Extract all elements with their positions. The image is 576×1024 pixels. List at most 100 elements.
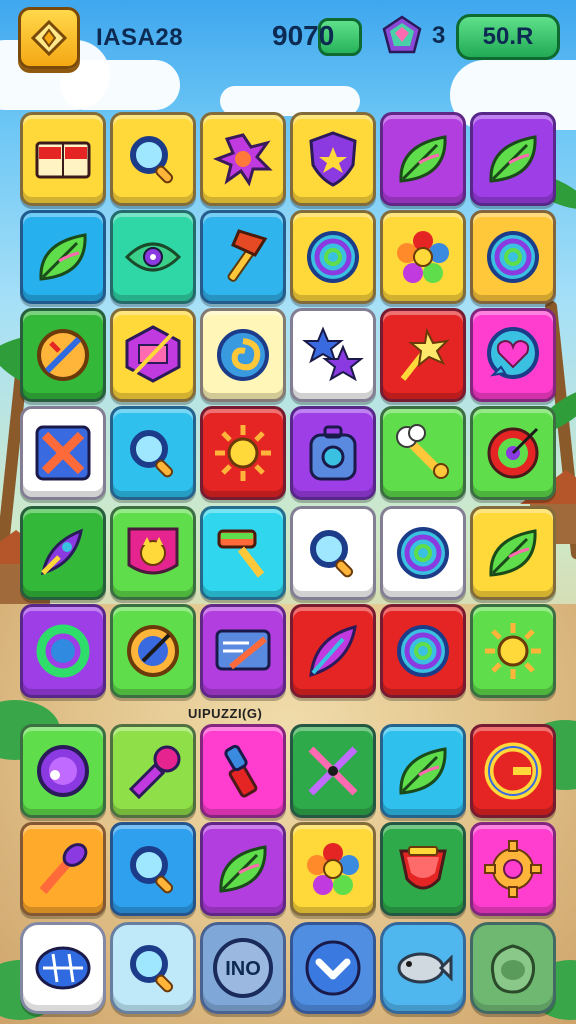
- grid-tile[interactable]: [380, 406, 466, 500]
- bottom-chevron-button[interactable]: [290, 922, 376, 1014]
- gem-count: 3: [432, 22, 446, 49]
- leaf-icon: [39, 233, 87, 281]
- trumpet-icon: [128, 745, 181, 800]
- grid-tile[interactable]: [470, 724, 556, 818]
- grid-tile[interactable]: [290, 308, 376, 402]
- grid-tile[interactable]: [110, 724, 196, 818]
- grid-tile[interactable]: [470, 112, 556, 206]
- grid-tile[interactable]: [200, 506, 286, 600]
- brush-icon: [217, 529, 265, 578]
- section-label: UIPUZZI(G): [188, 706, 263, 721]
- grid-tile[interactable]: [470, 406, 556, 500]
- spiral-icon: [397, 625, 449, 677]
- gear-icon: [484, 840, 542, 898]
- flower-icon: [397, 231, 449, 283]
- grid-tile[interactable]: [200, 822, 286, 916]
- grid-tile[interactable]: [290, 604, 376, 698]
- grid-tile[interactable]: [380, 724, 466, 818]
- coin-counter[interactable]: 50.R: [456, 14, 560, 60]
- compass-icon: [127, 625, 179, 677]
- spiral-icon: [487, 231, 539, 283]
- grid-tile[interactable]: [200, 112, 286, 206]
- rocket-icon: [41, 528, 83, 576]
- grid-tile[interactable]: [20, 724, 106, 818]
- menu-button[interactable]: [18, 7, 80, 69]
- magnifier-icon: [130, 430, 174, 478]
- grid-tile[interactable]: [290, 724, 376, 818]
- bottom-fish-button[interactable]: [380, 922, 466, 1014]
- magnifier-icon: [130, 945, 174, 993]
- grid-tile[interactable]: [380, 506, 466, 600]
- grid-tile[interactable]: [110, 822, 196, 916]
- grid-tile[interactable]: [380, 210, 466, 304]
- bottom-magnifier-button[interactable]: [110, 922, 196, 1014]
- magnifier-icon: [310, 530, 354, 578]
- grid-tile[interactable]: [20, 506, 106, 600]
- bone-icon: [396, 424, 449, 479]
- grid-tile[interactable]: [110, 112, 196, 206]
- leaf-icon: [399, 747, 447, 795]
- grid-tile[interactable]: [290, 210, 376, 304]
- grid-tile[interactable]: [200, 724, 286, 818]
- grid-tile[interactable]: [200, 604, 286, 698]
- grid-tile[interactable]: [470, 604, 556, 698]
- grid-row: [20, 506, 558, 600]
- gem-icon: [382, 15, 422, 54]
- puzzle-grid: [20, 112, 558, 916]
- leaf-icon: [399, 135, 447, 183]
- book-icon: [35, 141, 91, 179]
- grid-tile[interactable]: [110, 308, 196, 402]
- grid-tile[interactable]: [110, 406, 196, 500]
- grid-tile[interactable]: [20, 210, 106, 304]
- no-badge-icon: INO: [213, 938, 273, 998]
- grid-tile[interactable]: [20, 406, 106, 500]
- g-ring-icon: [484, 742, 542, 800]
- gem-icon: [399, 846, 447, 890]
- flower-icon: [307, 843, 359, 895]
- target-icon: [487, 427, 539, 479]
- grid-tile[interactable]: [200, 308, 286, 402]
- grid-tile[interactable]: [110, 506, 196, 600]
- grid-tile[interactable]: [380, 308, 466, 402]
- grid-tile[interactable]: [380, 604, 466, 698]
- grid-tile[interactable]: [380, 822, 466, 916]
- magnifier-icon: [130, 136, 174, 184]
- grid-tile[interactable]: [200, 406, 286, 500]
- no-badge-label: INO: [225, 958, 261, 980]
- grid-tile[interactable]: [380, 112, 466, 206]
- card-icon: [215, 629, 271, 671]
- grid-tile[interactable]: [110, 210, 196, 304]
- grid-tile[interactable]: [200, 210, 286, 304]
- grid-tile[interactable]: [290, 112, 376, 206]
- bottom-no-button[interactable]: INO: [200, 922, 286, 1014]
- grid-tile[interactable]: [290, 506, 376, 600]
- score-value: 9070: [272, 20, 335, 51]
- orb-icon: [37, 745, 89, 797]
- grid-tile[interactable]: [290, 822, 376, 916]
- hammer-icon: [227, 229, 268, 282]
- grid-tile[interactable]: [110, 604, 196, 698]
- grid-row: [20, 112, 558, 206]
- grid-row: [20, 604, 558, 698]
- bottom-toolbar: INO: [20, 922, 558, 1014]
- grid-tile[interactable]: [20, 112, 106, 206]
- grid-tile[interactable]: [20, 308, 106, 402]
- grid-tile[interactable]: [290, 406, 376, 500]
- menu-diamond-icon: [30, 19, 68, 57]
- bottom-stone-button[interactable]: [470, 922, 556, 1014]
- sun-icon: [485, 623, 541, 679]
- eye-leaf-icon: [124, 242, 182, 272]
- grid-tile[interactable]: [20, 822, 106, 916]
- grid-tile[interactable]: [470, 822, 556, 916]
- grid-tile[interactable]: [20, 604, 106, 698]
- wand-icon: [400, 327, 450, 381]
- grid-row: [20, 308, 558, 402]
- player-name: IASA28: [96, 24, 184, 51]
- grid-tile[interactable]: [470, 308, 556, 402]
- leaf-icon: [489, 529, 537, 577]
- grid-tile[interactable]: [470, 506, 556, 600]
- grid-tile[interactable]: [470, 210, 556, 304]
- fish-icon: [397, 952, 453, 984]
- x-cross-icon: [35, 425, 91, 481]
- bottom-oval-button[interactable]: [20, 922, 106, 1014]
